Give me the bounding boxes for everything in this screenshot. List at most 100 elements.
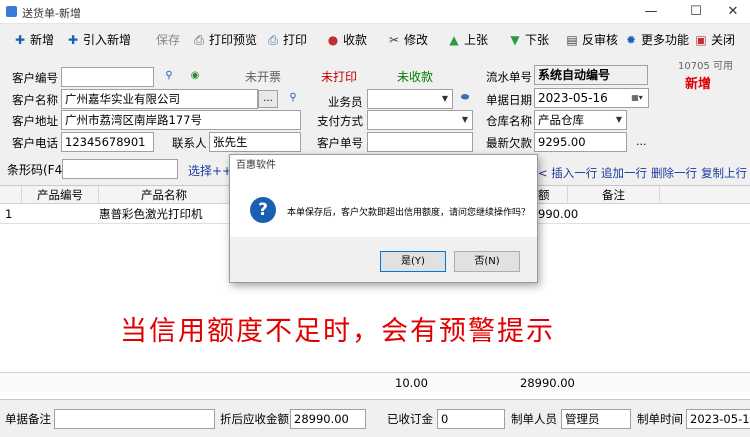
chevron-down-icon: ▼ <box>615 115 623 124</box>
insert-row-button[interactable]: < 插入一行 <box>538 165 597 181</box>
copy-row-button[interactable]: 复制上行 <box>701 165 747 181</box>
salesman-label: 业务员 <box>328 95 363 109</box>
make-time-input: 2023-05-16 1 <box>686 409 750 429</box>
barcode-label: 条形码(F4) <box>7 163 67 177</box>
debt-label: 最新欠款 <box>486 136 532 150</box>
insert-row-label: 插入一行 <box>551 166 598 180</box>
payment-label: 支付方式 <box>317 114 363 128</box>
more-functions-button[interactable]: ✹ 更多功能 <box>624 28 689 52</box>
customer-code-label: 客户编号 <box>12 71 58 85</box>
column-header[interactable]: 产品编号 <box>22 186 99 204</box>
serial-label: 流水单号 <box>486 70 532 84</box>
customer-phone-input[interactable]: 12345678901 <box>61 132 154 152</box>
totals-row: 10.00 28990.00 <box>0 372 750 392</box>
column-header[interactable]: 产品名称 <box>99 186 230 204</box>
arrow-up-icon: ▲ <box>449 33 459 47</box>
customer-name-label: 客户名称 <box>12 93 58 107</box>
print-button[interactable]: ⎙ 打印 <box>266 28 307 52</box>
available-credit: 10705 可用 <box>678 61 733 72</box>
minimize-button[interactable]: — <box>640 2 662 22</box>
product-name-cell[interactable]: 惠普彩色激光打印机 <box>99 204 203 224</box>
print-label: 打印 <box>283 33 308 47</box>
arrow-down-icon: ▼ <box>510 33 520 47</box>
customer-name-input[interactable]: 广州嘉华实业有限公司 <box>61 89 258 109</box>
warehouse-value: 产品仓库 <box>538 113 584 127</box>
debt-detail-button[interactable]: ... <box>636 135 647 148</box>
serial-input: 系统自动编号 <box>534 65 648 85</box>
deposit-input[interactable]: 0 <box>437 409 505 429</box>
no-button[interactable]: 否(N) <box>454 251 520 272</box>
append-row-button[interactable]: 追加一行 <box>601 165 647 181</box>
collect-label: 收款 <box>343 33 368 47</box>
date-value: 2023-05-16 <box>538 91 608 105</box>
more-label: 更多功能 <box>641 33 690 47</box>
discounted-input: 28990.00 <box>290 409 366 429</box>
print-preview-button[interactable]: ⎙ 打印预览 <box>192 28 257 52</box>
app-icon <box>6 6 17 17</box>
browse-button[interactable]: ... <box>258 90 278 108</box>
prev-button[interactable]: ▲ 上张 <box>447 28 488 52</box>
calendar-icon: ▦▾ <box>631 93 643 102</box>
import-new-button[interactable]: ✚ 引入新增 <box>66 28 131 52</box>
remark-input[interactable] <box>54 409 215 429</box>
question-icon: ? <box>250 197 276 223</box>
edit-button[interactable]: ✂ 修改 <box>387 28 428 52</box>
save-button[interactable]: 保存 <box>156 28 180 52</box>
customer-code-input[interactable] <box>61 67 154 87</box>
next-label: 下张 <box>525 33 550 47</box>
print-preview-label: 打印预览 <box>209 33 258 47</box>
amount-cell[interactable]: 990.00 <box>538 204 578 224</box>
eraser-icon[interactable]: ⬬ <box>456 90 474 108</box>
printer-icon: ⎙ <box>268 33 278 47</box>
search-icon[interactable]: ⚲ <box>284 90 302 108</box>
total-qty: 10.00 <box>395 376 428 390</box>
globe-icon[interactable]: ◉ <box>186 68 204 86</box>
payment-select[interactable]: ▼ <box>367 110 473 130</box>
salesman-select[interactable]: ▼ <box>367 89 453 109</box>
warehouse-label: 仓库名称 <box>486 114 532 128</box>
collect-button[interactable]: ● 收款 <box>326 28 367 52</box>
select-link[interactable]: 选择++ <box>188 162 232 179</box>
column-header[interactable]: 备注 <box>568 186 660 204</box>
cust-order-input[interactable] <box>367 132 473 152</box>
collect-status: 未收款 <box>397 70 434 84</box>
customer-phone-label: 客户电话 <box>12 136 58 150</box>
plus-icon: ✚ <box>67 33 79 47</box>
print-preview-icon: ⎙ <box>194 33 204 47</box>
cust-order-label: 客户单号 <box>317 136 363 150</box>
discounted-label: 折后应收金额 <box>220 412 289 426</box>
barcode-input[interactable] <box>62 159 178 179</box>
contact-input[interactable]: 张先生 <box>209 132 301 152</box>
unaudit-label: 反审核 <box>582 33 619 47</box>
scissors-icon: ✂ <box>388 33 400 47</box>
chevron-down-icon: ▼ <box>441 94 449 103</box>
maximize-button[interactable]: ☐ <box>685 2 707 22</box>
next-button[interactable]: ▼ 下张 <box>508 28 549 52</box>
close-window-button[interactable]: ✕ <box>722 2 744 22</box>
close-label: 关闭 <box>711 33 736 47</box>
column-header[interactable]: 额 <box>538 186 568 204</box>
deposit-label: 已收订金 <box>387 412 433 426</box>
close-button[interactable]: ▣ 关闭 <box>694 28 735 52</box>
new-button[interactable]: ✚ 新增 <box>13 28 54 52</box>
date-picker[interactable]: 2023-05-16 ▦▾ <box>534 88 649 108</box>
debt-input: 9295.00 <box>534 132 627 152</box>
yes-button[interactable]: 是(Y) <box>380 251 446 272</box>
customer-addr-input[interactable]: 广州市荔湾区南岸路177号 <box>61 110 301 130</box>
invoice-status: 未开票 <box>245 70 282 84</box>
row-number-header <box>0 186 22 204</box>
confirm-dialog: 百惠软件 ? 本单保存后，客户欠款即超出信用额度，请问您继续操作吗？ 是(Y) … <box>229 154 538 283</box>
close-icon: ▣ <box>695 33 707 47</box>
maker-input: 管理员 <box>561 409 631 429</box>
delete-row-button[interactable]: 删除一行 <box>651 165 697 181</box>
search-icon[interactable]: ⚲ <box>160 68 178 86</box>
toolbar: ✚ 新增 ✚ 引入新增 保存 ⎙ 打印预览 ⎙ 打印 ● 收款 ✂ 修改 ▲ 上张 ▼ 下张 ▤… <box>0 28 750 52</box>
row-number: 1 <box>5 207 13 221</box>
unaudit-button[interactable]: ▤ 反审核 <box>565 28 618 52</box>
total-amount: 28990.00 <box>520 376 575 390</box>
column-header-blank <box>660 186 750 204</box>
make-time-label: 制单时间 <box>637 412 683 426</box>
import-new-label: 引入新增 <box>83 33 132 47</box>
prev-label: 上张 <box>464 33 489 47</box>
warehouse-select[interactable]: 产品仓库 ▼ <box>534 110 627 130</box>
